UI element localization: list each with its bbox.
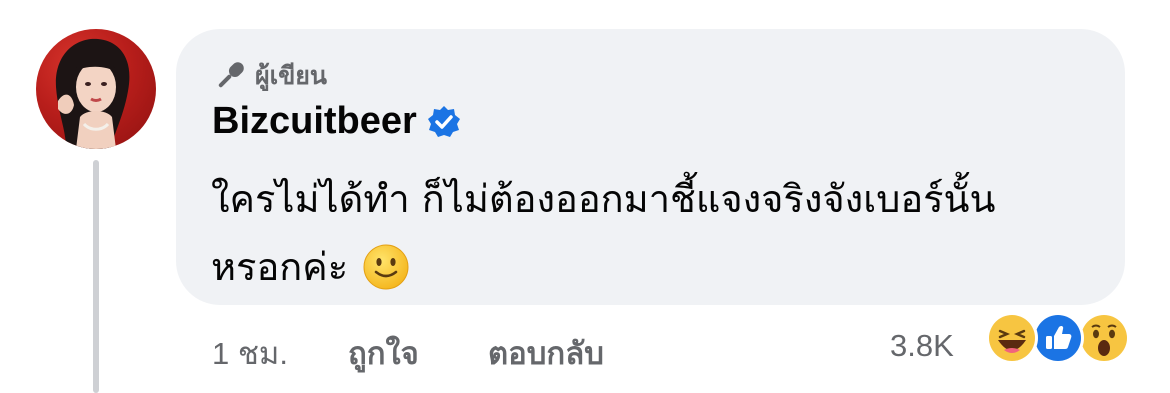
author-badge: ผู้เขียน — [210, 56, 327, 96]
reaction-icons[interactable] — [986, 312, 1136, 366]
author-name[interactable]: Bizcuitbeer — [212, 100, 417, 143]
verified-badge-icon — [427, 105, 460, 137]
comment-text-line-2-row: หรอกค่ะ — [211, 236, 410, 297]
avatar[interactable] — [36, 29, 156, 149]
reaction-count[interactable]: 3.8K — [890, 328, 954, 364]
thread-line — [93, 160, 99, 393]
comment-text-line-2: หรอกค่ะ — [211, 245, 349, 289]
comment-timestamp[interactable]: 1 ชม. — [212, 328, 288, 378]
like-reaction-icon — [1032, 312, 1084, 364]
slightly-smiling-face-icon — [363, 244, 409, 289]
wow-reaction-icon — [1078, 312, 1130, 364]
microphone-icon — [218, 62, 244, 88]
comment-text-line-1: ใครไม่ได้ทำ ก็ไม่ต้องออกมาชี้แจงจริงจังเ… — [211, 177, 996, 221]
reply-button[interactable]: ตอบกลับ — [488, 328, 604, 378]
like-button[interactable]: ถูกใจ — [348, 328, 419, 378]
haha-reaction-icon — [986, 312, 1038, 364]
avatar-image — [55, 38, 130, 149]
author-row: Bizcuitbeer — [212, 100, 461, 143]
author-badge-label: ผู้เขียน — [255, 61, 328, 90]
